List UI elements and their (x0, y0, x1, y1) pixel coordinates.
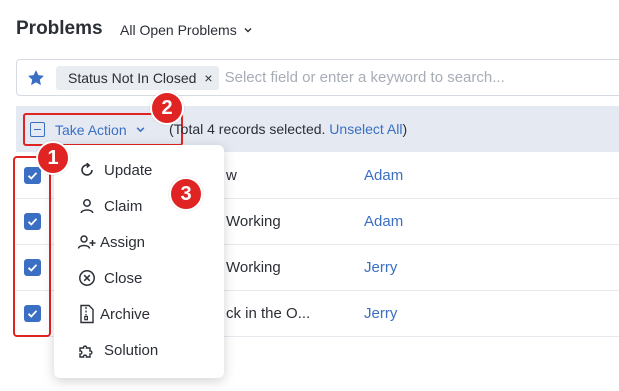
take-action-menu: Update Claim Assign Close Archive Soluti… (54, 145, 224, 378)
menu-item-label: Archive (100, 305, 151, 323)
unselect-all-link[interactable]: Unselect All (329, 121, 402, 137)
row-owner[interactable]: Jerry (364, 259, 397, 276)
selection-suffix: ) (402, 121, 408, 137)
page-title: Problems (16, 18, 103, 39)
menu-item-solution[interactable]: Solution (54, 332, 224, 368)
check-icon (27, 172, 38, 180)
row-checkbox[interactable] (24, 305, 41, 322)
menu-item-archive[interactable]: Archive (54, 296, 224, 332)
row-checkbox[interactable] (24, 259, 41, 276)
row-title[interactable]: ck in the O... (226, 305, 310, 322)
chevron-down-icon (136, 127, 144, 133)
row-owner[interactable]: Adam (364, 167, 403, 184)
annotation-badge-2: 2 (150, 91, 184, 125)
row-checkbox[interactable] (24, 213, 41, 230)
check-icon (27, 264, 38, 272)
user-icon (76, 195, 98, 217)
chip-remove-icon[interactable]: × (204, 70, 212, 86)
refresh-icon (76, 159, 98, 181)
chevron-down-icon (244, 28, 252, 33)
annotation-badge-3: 3 (169, 177, 203, 211)
select-all-checkbox[interactable] (30, 122, 45, 137)
row-title[interactable]: w (226, 167, 237, 184)
row-title[interactable]: Working (226, 213, 281, 230)
star-icon[interactable] (26, 68, 46, 88)
row-title[interactable]: Working (226, 259, 281, 276)
menu-item-label: Close (104, 269, 143, 287)
row-checkbox[interactable] (24, 167, 41, 184)
check-icon (27, 218, 38, 226)
menu-item-close[interactable]: Close (54, 260, 224, 296)
filter-chip: Status Not In Closed × (56, 65, 219, 90)
annotation-badge-1: 1 (36, 141, 70, 175)
menu-item-label: Claim (104, 197, 143, 215)
view-dropdown[interactable]: All Open Problems (120, 22, 253, 38)
check-icon (27, 310, 38, 318)
row-owner[interactable]: Adam (364, 213, 403, 230)
filter-chip-label: Status Not In Closed (68, 69, 197, 86)
selection-prefix: (Total 4 records selected. (169, 121, 330, 137)
take-action-label: Take Action (55, 121, 127, 138)
menu-item-label: Update (104, 161, 153, 179)
selection-summary: (Total 4 records selected. Unselect All) (169, 121, 407, 137)
view-label: All Open Problems (120, 22, 237, 38)
search-bar: Status Not In Closed × (16, 59, 619, 96)
close-circle-icon (76, 267, 98, 289)
row-owner[interactable]: Jerry (364, 305, 397, 322)
user-plus-icon (76, 231, 98, 253)
menu-item-label: Solution (104, 341, 159, 359)
archive-file-icon (76, 303, 98, 325)
menu-item-label: Assign (100, 233, 146, 251)
puzzle-icon (76, 339, 98, 361)
menu-item-assign[interactable]: Assign (54, 224, 224, 260)
search-input[interactable] (224, 69, 619, 86)
